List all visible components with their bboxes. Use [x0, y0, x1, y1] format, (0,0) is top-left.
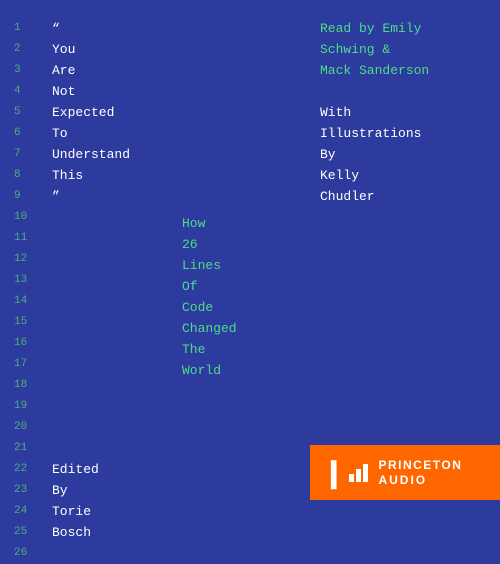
title-spacer-11 [52, 228, 182, 249]
publisher-bar: ❙ PRINCETON AUDIO [310, 445, 500, 500]
title-line-8: This [52, 165, 182, 186]
kelly-line: Kelly [320, 165, 480, 186]
title-line-1: “ [52, 18, 182, 39]
title-line-3: Are [52, 60, 182, 81]
subtitle-line-6: Changed [182, 318, 282, 339]
title-column: “ You Are Not Expected To Understand Thi… [52, 18, 182, 543]
edited-line-25: Bosch [52, 522, 182, 543]
princeton-label: PRINCETON [378, 458, 462, 472]
read-by-line-2: Mack Sanderson [320, 60, 480, 81]
subtitle-line-5: Code [182, 297, 282, 318]
logo-bracket-icon: ❙ [322, 459, 345, 487]
title-spacer-19 [52, 396, 182, 417]
line-numbers: 1 2 3 4 5 6 7 8 9 10 11 12 13 14 15 16 1… [14, 18, 27, 564]
line-num-20: 20 [14, 417, 27, 438]
credits-column: Read by Emily Schwing & Mack Sanderson W… [320, 18, 480, 207]
with-line: With [320, 102, 480, 123]
line-num-16: 16 [14, 333, 27, 354]
by-line: By [320, 144, 480, 165]
line-num-21: 21 [14, 438, 27, 459]
edited-line-24: Torie [52, 501, 182, 522]
edited-line-22: Edited [52, 459, 182, 480]
line-num-3: 3 [14, 60, 27, 81]
illustrations-line: Illustrations [320, 123, 480, 144]
title-line-6: To [52, 123, 182, 144]
line-num-8: 8 [14, 165, 27, 186]
princeton-logo: ❙ [322, 459, 368, 487]
title-spacer-13 [52, 270, 182, 291]
title-line-7: Understand [52, 144, 182, 165]
title-line-4: Not [52, 81, 182, 102]
title-spacer-15 [52, 312, 182, 333]
subtitle-line-8: World [182, 360, 282, 381]
line-num-23: 23 [14, 480, 27, 501]
subtitle-line-3: Lines [182, 255, 282, 276]
line-num-13: 13 [14, 270, 27, 291]
princeton-audio-text: PRINCETON AUDIO [378, 458, 462, 487]
edited-line-23: By [52, 480, 182, 501]
title-spacer-10 [52, 207, 182, 228]
title-spacer-17 [52, 354, 182, 375]
line-num-1: 1 [14, 18, 27, 39]
title-spacer-20 [52, 417, 182, 438]
read-by-line-1: Read by Emily Schwing & [320, 18, 480, 60]
subtitle-column: How 26 Lines Of Code Changed The World [182, 213, 282, 381]
line-num-9: 9 [14, 186, 27, 207]
subtitle-line-7: The [182, 339, 282, 360]
title-spacer-18 [52, 375, 182, 396]
line-num-12: 12 [14, 249, 27, 270]
subtitle-line-2: 26 [182, 234, 282, 255]
line-num-22: 22 [14, 459, 27, 480]
line-num-25: 25 [14, 522, 27, 543]
title-spacer-12 [52, 249, 182, 270]
line-num-7: 7 [14, 144, 27, 165]
line-num-6: 6 [14, 123, 27, 144]
title-line-2: You [52, 39, 182, 60]
title-line-5: Expected [52, 102, 182, 123]
line-num-15: 15 [14, 312, 27, 333]
line-num-11: 11 [14, 228, 27, 249]
line-num-10: 10 [14, 207, 27, 228]
line-num-4: 4 [14, 81, 27, 102]
chudler-line: Chudler [320, 186, 480, 207]
audio-label: AUDIO [378, 473, 462, 487]
subtitle-line-1: How [182, 213, 282, 234]
line-num-2: 2 [14, 39, 27, 60]
line-num-5: 5 [14, 102, 27, 123]
title-spacer-14 [52, 291, 182, 312]
title-line-9: ” [52, 186, 182, 207]
line-num-19: 19 [14, 396, 27, 417]
title-spacer-16 [52, 333, 182, 354]
subtitle-line-4: Of [182, 276, 282, 297]
line-num-24: 24 [14, 501, 27, 522]
main-container: 1 2 3 4 5 6 7 8 9 10 11 12 13 14 15 16 1… [0, 0, 500, 500]
line-num-14: 14 [14, 291, 27, 312]
title-spacer-21 [52, 438, 182, 459]
line-num-26: 26 [14, 543, 27, 564]
logo-bars-icon [349, 464, 368, 482]
line-num-18: 18 [14, 375, 27, 396]
line-num-17: 17 [14, 354, 27, 375]
credits-spacer [320, 81, 480, 102]
